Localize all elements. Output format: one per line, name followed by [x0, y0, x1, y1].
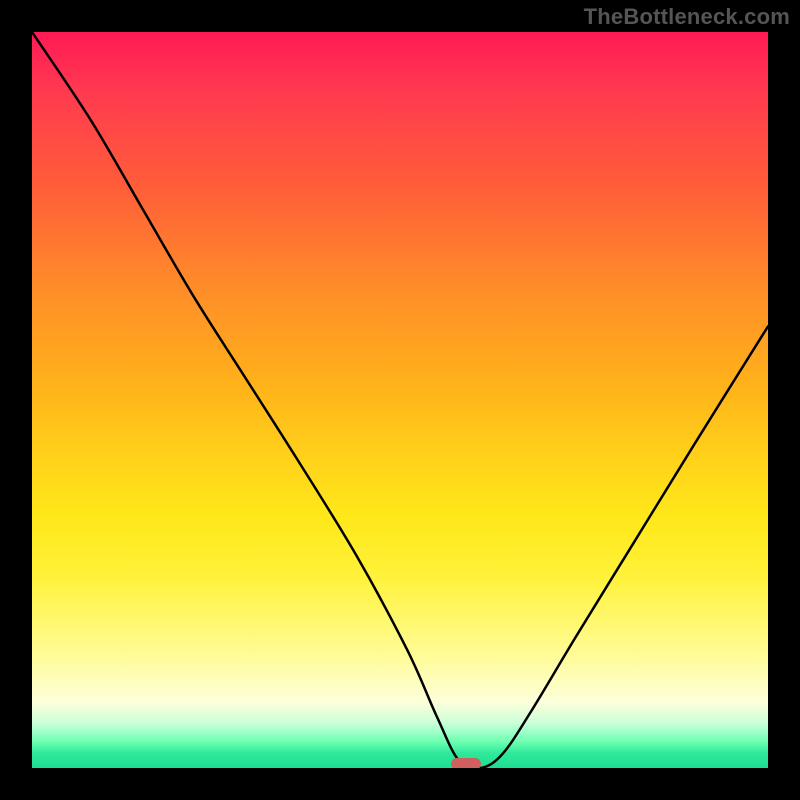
watermark-label: TheBottleneck.com	[584, 4, 790, 30]
bottleneck-marker	[451, 758, 481, 768]
chart-frame: TheBottleneck.com	[0, 0, 800, 800]
bottleneck-curve	[32, 32, 768, 768]
plot-area	[32, 32, 768, 768]
